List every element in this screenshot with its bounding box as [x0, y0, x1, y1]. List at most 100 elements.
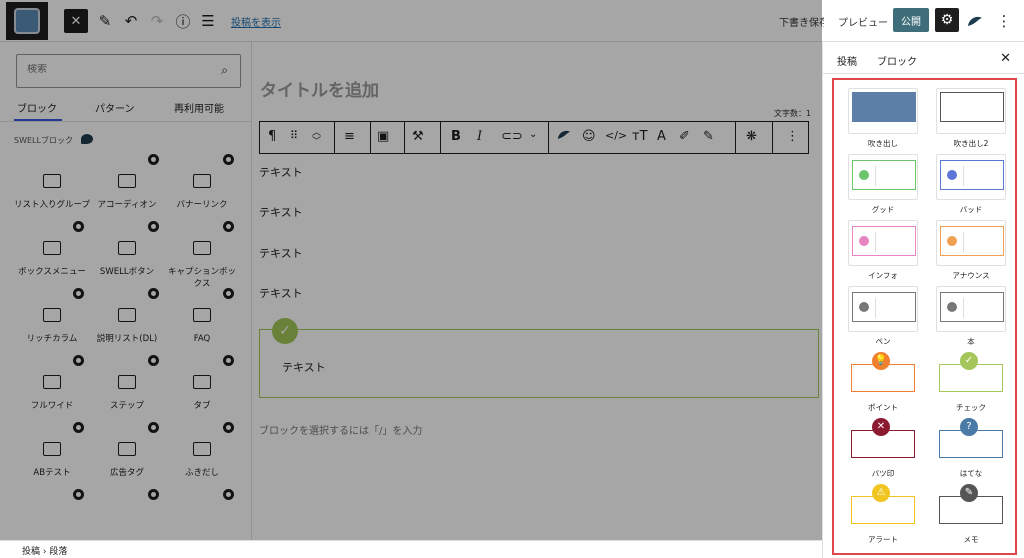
info-icon[interactable]: ⓘ	[171, 9, 195, 33]
block-item-partial[interactable]	[89, 489, 165, 505]
italic-icon[interactable]: I	[477, 129, 482, 144]
drag-handle-icon[interactable]: ⠿	[290, 129, 298, 142]
swell-icon[interactable]	[963, 9, 987, 33]
block-item[interactable]: リッチカラム	[14, 288, 90, 364]
step-icon	[118, 375, 136, 389]
checkbox-text[interactable]: テキスト	[282, 359, 326, 375]
block-item-partial[interactable]	[14, 489, 90, 505]
style-icon	[947, 170, 957, 180]
search-input[interactable]	[27, 64, 207, 75]
block-style-option[interactable]: 吹き出し	[848, 88, 918, 150]
block-style-option[interactable]: ⚠ アラート	[848, 484, 918, 546]
more-options-icon[interactable]: ⋮	[992, 9, 1016, 33]
tab-blocks[interactable]: ブロック	[17, 100, 57, 115]
style-icon: ✕	[872, 418, 890, 436]
paragraph-block[interactable]: テキスト	[259, 245, 303, 261]
bold-icon[interactable]: B	[451, 129, 461, 144]
caption-box-icon	[193, 241, 211, 255]
style-icon	[859, 236, 869, 246]
style-icon	[859, 170, 869, 180]
block-item[interactable]: キャプションボックス	[164, 221, 240, 297]
move-up-down-icon[interactable]: ︿ ﹀	[312, 129, 321, 147]
tab-reusable[interactable]: 再利用可能	[174, 100, 224, 115]
redo-icon[interactable]: ↷	[145, 9, 169, 33]
paragraph-icon[interactable]: ¶	[268, 129, 276, 144]
settings-gear-icon[interactable]: ⚙	[935, 8, 959, 32]
block-style-option[interactable]: ✓ チェック	[936, 352, 1006, 414]
highlight-icon[interactable]: ✐	[679, 129, 690, 144]
block-style-option[interactable]: バッド	[936, 154, 1006, 216]
block-style-option[interactable]: アナウンス	[936, 220, 1006, 282]
swell-badge-icon	[223, 422, 234, 433]
paragraph-block[interactable]: テキスト	[259, 164, 303, 180]
swell-format-icon[interactable]	[557, 129, 571, 144]
marker-icon[interactable]: ✎	[703, 129, 714, 144]
block-item[interactable]: ふきだし	[164, 422, 240, 498]
block-item[interactable]: 説明リスト(DL)	[89, 288, 165, 364]
block-style-option[interactable]: インフォ	[848, 220, 918, 282]
code-icon[interactable]: </>	[605, 129, 627, 142]
style-preview	[848, 220, 918, 266]
block-item-partial[interactable]	[164, 489, 240, 505]
search-box[interactable]: ⌕	[16, 54, 241, 88]
undo-icon[interactable]: ↶	[119, 9, 143, 33]
text-color-icon[interactable]: A	[657, 129, 666, 144]
style-brush-icon[interactable]: ⚒	[412, 129, 424, 144]
block-item[interactable]: 広告タグ	[89, 422, 165, 498]
ab-test-icon	[43, 442, 61, 456]
block-style-option[interactable]: グッド	[848, 154, 918, 216]
block-styles-panel: 吹き出し 吹き出し2 グッド バッド インフォ アナウンス ペン 本 💡 ポイント ✓ チェック ✕ バツ…	[832, 78, 1017, 555]
device-control-icon[interactable]: ▣	[377, 129, 389, 144]
style-preview: ✕	[848, 418, 918, 464]
swell-badge-icon	[223, 154, 234, 165]
font-size-icon[interactable]: тT	[632, 129, 648, 144]
view-post-link[interactable]: 投稿を表示	[231, 14, 281, 29]
status-bar: 投稿 › 段落	[0, 540, 822, 558]
block-style-option[interactable]: ? はてな	[936, 418, 1006, 480]
paw-icon[interactable]: ❋	[746, 129, 757, 144]
block-item[interactable]: ステップ	[89, 355, 165, 431]
block-item[interactable]: タブ	[164, 355, 240, 431]
close-icon[interactable]: ✕	[1000, 51, 1011, 66]
block-style-option[interactable]: ペン	[848, 286, 918, 348]
block-style-option[interactable]: 本	[936, 286, 1006, 348]
list-view-icon[interactable]: ☰	[196, 9, 220, 33]
block-options-icon[interactable]: ⋮	[786, 129, 799, 144]
site-logo[interactable]	[6, 2, 48, 40]
tab-patterns[interactable]: パターン	[95, 100, 135, 115]
paragraph-block[interactable]: テキスト	[259, 204, 303, 220]
block-item[interactable]: SWELLボタン	[89, 221, 165, 297]
block-item[interactable]: ABテスト	[14, 422, 90, 498]
append-block-hint[interactable]: ブロックを選択するには「/」を入力	[259, 422, 422, 437]
block-item[interactable]: FAQ	[164, 288, 240, 364]
post-title[interactable]: タイトルを追加	[260, 76, 379, 101]
style-icon: ?	[960, 418, 978, 436]
swell-badge-icon	[148, 422, 159, 433]
breadcrumb[interactable]: 投稿 › 段落	[22, 544, 67, 557]
search-icon: ⌕	[221, 63, 228, 77]
save-draft-button[interactable]: 下書き保存	[779, 14, 824, 29]
edit-tool-icon[interactable]: ✎	[93, 9, 117, 33]
tab-block[interactable]: ブロック	[877, 53, 917, 68]
block-style-option[interactable]: ✕ バツ印	[848, 418, 918, 480]
block-item[interactable]: リスト入りグループ	[14, 162, 90, 230]
block-style-option[interactable]: ✎ メモ	[936, 484, 1006, 546]
preview-button[interactable]: プレビュー	[838, 14, 888, 29]
tab-post[interactable]: 投稿	[837, 53, 857, 68]
publish-button[interactable]: 公開	[893, 8, 929, 32]
paragraph-block[interactable]: テキスト	[259, 285, 303, 301]
block-style-option[interactable]: 吹き出し2	[936, 88, 1006, 150]
block-item[interactable]: バナーリンク	[164, 154, 240, 230]
block-item[interactable]: ボックスメニュー	[14, 221, 90, 297]
style-preview	[936, 154, 1006, 200]
check-capbox-block[interactable]: ✓ テキスト	[259, 318, 819, 398]
block-item[interactable]: アコーディオン	[89, 154, 165, 230]
align-icon[interactable]: ≡	[344, 129, 355, 144]
chevron-down-icon[interactable]: ⌄	[529, 129, 537, 140]
block-item[interactable]: フルワイド	[14, 355, 90, 431]
emoji-icon[interactable]: ☺	[582, 129, 596, 144]
block-style-option[interactable]: 💡 ポイント	[848, 352, 918, 414]
link-icon[interactable]: ⊂⊃	[501, 129, 523, 144]
inner-icon-box	[940, 226, 1004, 256]
close-inserter-button[interactable]: ✕	[64, 9, 88, 33]
